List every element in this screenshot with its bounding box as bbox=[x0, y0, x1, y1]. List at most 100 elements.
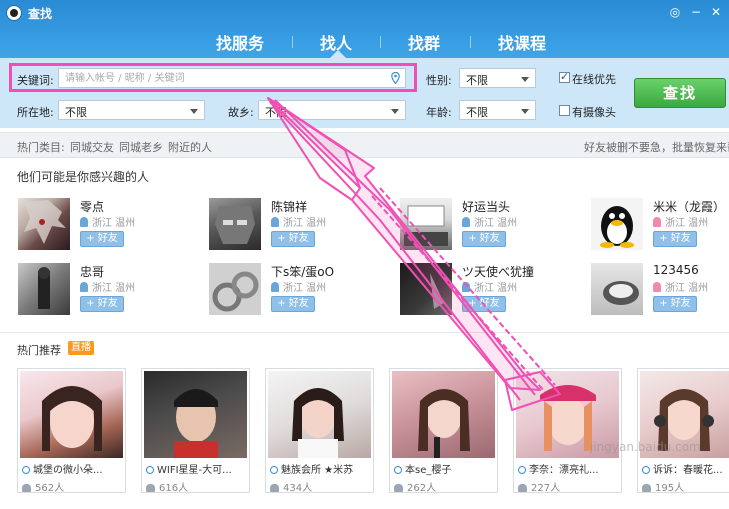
age-label: 年龄: bbox=[426, 106, 452, 119]
location-select[interactable]: 不限 bbox=[58, 100, 205, 120]
gender-select[interactable]: 不限 bbox=[459, 68, 536, 88]
male-icon bbox=[462, 217, 470, 227]
age-select[interactable]: 不限 bbox=[459, 100, 536, 120]
online-first-checkbox[interactable] bbox=[559, 70, 570, 83]
person-name[interactable]: 下s笨/蛋oO bbox=[271, 263, 334, 280]
person-name[interactable]: 米米（龙霞） bbox=[653, 198, 725, 215]
gender-label: 性别: bbox=[426, 74, 452, 87]
hometown-value: 不限 bbox=[265, 106, 287, 119]
person-card: 零点 浙江 温州 + 好友 bbox=[18, 198, 198, 254]
live-room-photo[interactable] bbox=[268, 371, 371, 458]
viewer-count: 434人 bbox=[270, 479, 312, 494]
avatar[interactable] bbox=[400, 198, 452, 250]
add-friend-button[interactable]: + 好友 bbox=[653, 296, 697, 312]
add-friend-button[interactable]: + 好友 bbox=[80, 231, 124, 247]
hot-category-link[interactable]: 附近的人 bbox=[168, 139, 212, 155]
live-room-card[interactable]: WIFI星星-大可... 616人 bbox=[141, 368, 250, 494]
person-location: 浙江 温州 bbox=[462, 279, 517, 294]
live-room-card[interactable]: 本se_樱子 262人 bbox=[389, 368, 498, 494]
location-pin-icon bbox=[22, 466, 30, 474]
person-location: 浙江 温州 bbox=[462, 214, 517, 229]
person-card: ツ天使べ犹撞 浙江 温州 + 好友 bbox=[400, 263, 580, 319]
avatar[interactable] bbox=[400, 263, 452, 315]
section-divider bbox=[0, 332, 729, 333]
add-friend-button[interactable]: + 好友 bbox=[271, 296, 315, 312]
add-friend-button[interactable]: + 好友 bbox=[462, 296, 506, 312]
person-location: 浙江 温州 bbox=[80, 279, 135, 294]
female-icon bbox=[653, 217, 661, 227]
location-pin-icon bbox=[394, 466, 402, 474]
person-name[interactable]: 零点 bbox=[80, 198, 104, 215]
viewer-count: 616人 bbox=[146, 479, 188, 494]
close-icon[interactable]: ✕ bbox=[708, 4, 724, 20]
gender-value: 不限 bbox=[466, 74, 488, 87]
watermark: jingyan.baidu.com bbox=[590, 440, 701, 454]
hot-category-link[interactable]: 同城老乡 bbox=[119, 139, 163, 155]
add-friend-button[interactable]: + 好友 bbox=[653, 231, 697, 247]
viewer-count: 262人 bbox=[394, 479, 436, 494]
avatar[interactable] bbox=[209, 198, 261, 250]
person-location: 浙江 温州 bbox=[80, 214, 135, 229]
recommend-section-title: 热门推荐 bbox=[17, 344, 61, 357]
person-name[interactable]: ツ天使べ犹撞 bbox=[462, 263, 534, 280]
person-name[interactable]: 忠哥 bbox=[80, 263, 104, 280]
add-friend-button[interactable]: + 好友 bbox=[271, 231, 315, 247]
qq-penguin-icon bbox=[6, 5, 22, 21]
live-room-card[interactable]: 城堡の微小朵... 562人 bbox=[17, 368, 126, 494]
tab-find-group[interactable]: 找群 bbox=[408, 30, 440, 54]
male-icon bbox=[80, 282, 88, 292]
window-title: 查找 bbox=[28, 7, 53, 21]
restore-friends-notice[interactable]: 好友被删不要急，批量恢复来帮 bbox=[584, 139, 729, 155]
age-value: 不限 bbox=[466, 106, 488, 119]
avatar[interactable] bbox=[209, 263, 261, 315]
search-button[interactable]: 查找 bbox=[634, 78, 726, 108]
people-icon bbox=[518, 484, 527, 492]
people-icon bbox=[146, 484, 155, 492]
has-camera-label: 有摄像头 bbox=[572, 106, 616, 119]
avatar[interactable] bbox=[18, 263, 70, 315]
chat-icon[interactable]: ◎ bbox=[667, 4, 683, 20]
male-icon bbox=[462, 282, 470, 292]
interest-section-title: 他们可能是你感兴趣的人 bbox=[17, 170, 150, 184]
live-room-name: 城堡の微小朵... bbox=[22, 461, 103, 476]
avatar[interactable] bbox=[18, 198, 70, 250]
location-label: 所在地: bbox=[17, 106, 54, 119]
person-name[interactable]: 123456 bbox=[653, 263, 699, 277]
minimize-icon[interactable]: − bbox=[688, 4, 704, 20]
chevron-down-icon bbox=[190, 109, 198, 114]
hot-categories-label: 热门类目: bbox=[17, 141, 65, 154]
live-room-card[interactable]: 李奈：漂亮礼... 227人 bbox=[513, 368, 622, 494]
active-tab-indicator bbox=[330, 50, 346, 58]
live-room-card[interactable]: 诉诉：春暖花... 195人 bbox=[637, 368, 729, 494]
viewer-count: 227人 bbox=[518, 479, 560, 494]
female-icon bbox=[653, 282, 661, 292]
live-room-name: 李奈：漂亮礼... bbox=[518, 461, 599, 476]
person-name[interactable]: 陈锦祥 bbox=[271, 198, 307, 215]
tab-divider bbox=[380, 36, 381, 48]
live-room-photo[interactable] bbox=[392, 371, 495, 458]
live-room-card[interactable]: 魅族会所 ★米苏 434人 bbox=[265, 368, 374, 494]
hot-categories-bar: 热门类目: 同城交友 同城老乡 附近的人 好友被删不要急，批量恢复来帮 bbox=[0, 132, 729, 158]
online-first-label: 在线优先 bbox=[572, 73, 616, 86]
add-friend-button[interactable]: + 好友 bbox=[462, 231, 506, 247]
male-icon bbox=[80, 217, 88, 227]
tab-find-service[interactable]: 找服务 bbox=[216, 30, 264, 54]
live-room-name: 诉诉：春暖花... bbox=[642, 461, 723, 476]
viewer-count: 195人 bbox=[642, 479, 684, 494]
people-icon bbox=[22, 484, 31, 492]
chevron-down-icon bbox=[521, 77, 529, 82]
hot-category-link[interactable]: 同城交友 bbox=[70, 139, 114, 155]
live-room-photo[interactable] bbox=[20, 371, 123, 458]
add-friend-button[interactable]: + 好友 bbox=[80, 296, 124, 312]
hometown-select[interactable]: 不限 bbox=[258, 100, 406, 120]
live-room-photo[interactable] bbox=[144, 371, 247, 458]
qq-penguin-avatar[interactable] bbox=[591, 198, 643, 250]
tab-find-course[interactable]: 找课程 bbox=[498, 30, 546, 54]
person-card: 陈锦祥 浙江 温州 + 好友 bbox=[209, 198, 389, 254]
avatar[interactable] bbox=[591, 263, 643, 315]
has-camera-checkbox[interactable] bbox=[559, 105, 570, 116]
person-card: 好运当头 浙江 温州 + 好友 bbox=[400, 198, 580, 254]
person-location: 浙江 温州 bbox=[653, 279, 708, 294]
people-icon bbox=[642, 484, 651, 492]
person-name[interactable]: 好运当头 bbox=[462, 198, 510, 215]
